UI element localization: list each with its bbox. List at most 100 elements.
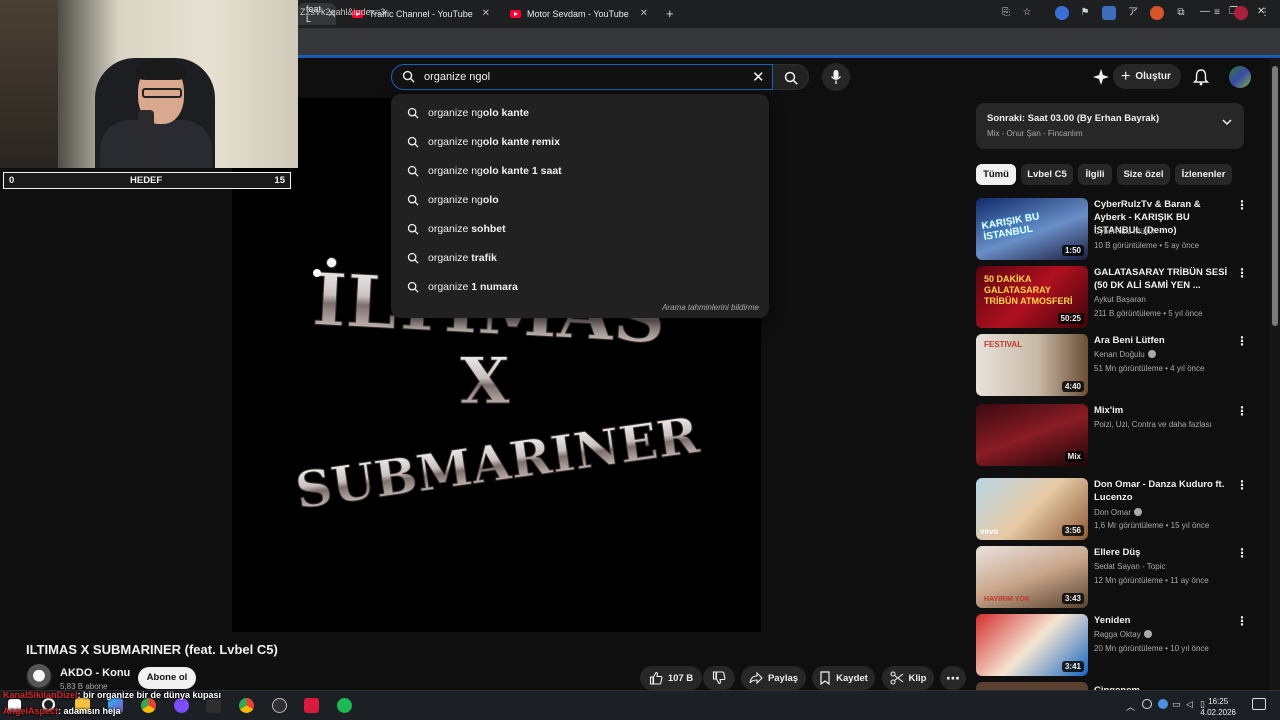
extension-icon[interactable] [1055, 6, 1069, 20]
search-input[interactable]: organize ngol ✕ [391, 64, 773, 90]
save-button[interactable]: Kaydet [812, 666, 875, 690]
suggestion-item[interactable]: organize ngolo kante 1 saat [391, 156, 769, 185]
profile-avatar[interactable] [1234, 6, 1248, 20]
sparkle-icon[interactable] [1092, 68, 1110, 86]
chevron-down-icon[interactable] [1220, 115, 1234, 129]
chip-related[interactable]: İlgili [1078, 164, 1112, 185]
new-tab-button[interactable]: + [666, 6, 674, 21]
video-thumbnail[interactable]: 50 DAKİKA GALATASARAY TRİBÜN ATMOSFERİ 5… [976, 266, 1088, 328]
taskbar-clock[interactable]: 16:25 4.02.2026 [1200, 696, 1236, 718]
video-thumbnail[interactable]: vevo 3:56 [976, 478, 1088, 540]
video-thumbnail[interactable]: FESTIVAL 4:40 [976, 334, 1088, 396]
extension-icon[interactable] [1102, 6, 1116, 20]
microphone-icon [138, 110, 154, 168]
chip-for-you[interactable]: Size özel [1117, 164, 1170, 185]
clip-button[interactable]: Klip [882, 666, 934, 690]
more-vert-icon[interactable]: ⋮ [1236, 478, 1248, 492]
bell-icon[interactable] [1192, 68, 1210, 86]
chip-lvbel-c5[interactable]: Lvbel C5 [1021, 164, 1073, 185]
video-thumbnail[interactable]: Mix [976, 404, 1088, 466]
recommended-video[interactable]: 50 DAKİKA GALATASARAY TRİBÜN ATMOSFERİ 5… [976, 266, 1248, 330]
chat-username: KanalSikilanDizel [3, 690, 78, 700]
recommended-video[interactable]: vevo 3:56 Don Omar - Danza Kuduro ft. Lu… [976, 478, 1248, 542]
suggestion-prefix: organize ng [428, 193, 483, 206]
recommended-video[interactable]: KARIŞIK BU İSTANBUL 1:50 CyberRulzTv & B… [976, 198, 1248, 262]
suggestion-item[interactable]: organize ngolo [391, 185, 769, 214]
video-thumbnail[interactable]: 3:41 [976, 614, 1088, 676]
more-vert-icon[interactable]: ⋮ [1236, 334, 1248, 348]
video-thumbnail[interactable]: KARIŞIK BU İSTANBUL 1:50 [976, 198, 1088, 260]
plus-icon: + [1121, 67, 1131, 85]
close-icon[interactable]: ✕ [482, 8, 490, 19]
suggestion-item[interactable]: organize trafik [391, 243, 769, 272]
translate-icon[interactable]: ア [1126, 6, 1140, 20]
tray-icon[interactable] [1158, 699, 1168, 709]
like-button[interactable]: 107 B [640, 666, 702, 690]
url-text[interactable]: Z2sVk2qahl&index=3 [300, 7, 385, 17]
video-meta: 51 Mn görüntüleme • 4 yıl önce [1094, 364, 1205, 373]
extension-icon[interactable] [1150, 6, 1164, 20]
recommended-video[interactable]: FESTIVAL 4:40 Ara Beni Lütfen Kenan Doğu… [976, 334, 1248, 398]
more-vert-icon[interactable]: ⋮ [1236, 266, 1248, 280]
recommended-video[interactable]: HAYIRIM YOK 3:43 Ellere Düş Sedat Sayan … [976, 546, 1248, 610]
suggestion-item[interactable]: organize 1 numara [391, 272, 769, 301]
report-predictions-link[interactable]: Arama tahminlerini bildirme [662, 303, 759, 312]
install-icon[interactable]: ⎘ [999, 6, 1013, 20]
menu-dots-icon[interactable]: ⋮ [1258, 6, 1272, 20]
search-button[interactable] [773, 64, 809, 90]
recommended-video[interactable]: 3:41 Yeniden Ragga Oktay 20 Mn görüntüle… [976, 614, 1248, 678]
share-button[interactable]: Paylaş [741, 666, 806, 690]
obs-icon[interactable] [272, 698, 287, 713]
more-vert-icon[interactable]: ⋮ [1236, 546, 1248, 560]
suggestion-item[interactable]: organize sohbet [391, 214, 769, 243]
video-thumbnail[interactable]: HAYIRIM YOK 3:43 [976, 546, 1088, 608]
verified-icon [1133, 508, 1142, 516]
chrome-icon[interactable] [141, 698, 156, 713]
up-next-box[interactable]: Sonraki: Saat 03.00 (By Erhan Bayrak) Mi… [976, 103, 1244, 149]
search-icon [407, 136, 419, 148]
vevo-logo: vevo [980, 527, 999, 536]
shelf-background [0, 0, 58, 168]
volume-icon[interactable]: ◁ [1186, 699, 1193, 710]
video-thumbnail[interactable] [976, 682, 1088, 690]
suggestion-item[interactable]: organize ngolo kante [391, 98, 769, 127]
tray-chevron-icon[interactable]: ︿ [1126, 700, 1135, 713]
more-vert-icon[interactable]: ⋮ [1236, 198, 1248, 212]
minimize-button[interactable]: — [1200, 6, 1210, 17]
network-icon[interactable]: ▭ [1172, 699, 1181, 710]
dislike-button[interactable] [703, 666, 735, 690]
chip-watched[interactable]: İzlenenler [1175, 164, 1232, 185]
chrome-icon[interactable] [239, 698, 254, 713]
tray-icon[interactable] [1142, 699, 1152, 709]
app-icon[interactable] [174, 698, 189, 713]
suggestion-rest: olo [482, 193, 499, 206]
reading-list-icon[interactable]: ≡ [1210, 6, 1224, 20]
video-title: Mix'im [1094, 405, 1124, 416]
channel-avatar[interactable] [26, 664, 52, 690]
chip-all[interactable]: Tümü [976, 164, 1016, 185]
clear-search-icon[interactable]: ✕ [752, 68, 765, 86]
tab-motor-sevdam[interactable]: Motor Sevdam - YouTube ✕ [502, 3, 654, 25]
video-title: ILTIMAS X SUBMARINER (feat. Lvbel C5) [26, 642, 278, 657]
voice-search-button[interactable] [822, 63, 850, 91]
search-icon [407, 252, 419, 264]
suggestion-item[interactable]: organize ngolo kante remix [391, 127, 769, 156]
scrollbar-thumb[interactable] [1272, 66, 1278, 326]
subscribe-button[interactable]: Abone ol [138, 667, 196, 689]
spotify-icon[interactable] [337, 698, 352, 713]
bookmark-star-icon[interactable]: ☆ [1020, 6, 1034, 20]
account-avatar[interactable] [1229, 66, 1251, 88]
app-icon[interactable] [304, 698, 319, 713]
recommended-mix[interactable]: Mix Mix'im Poizi, Uzi, Contra ve daha fa… [976, 404, 1248, 468]
create-button[interactable]: + Oluştur [1113, 64, 1181, 89]
extension-icon[interactable]: ⚑ [1078, 6, 1092, 20]
close-icon[interactable]: ✕ [640, 8, 648, 19]
more-vert-icon[interactable]: ⋮ [1236, 404, 1248, 418]
more-actions-button[interactable]: ⋯ [940, 666, 966, 690]
more-vert-icon[interactable]: ⋮ [1236, 614, 1248, 628]
app-icon[interactable] [206, 698, 221, 713]
channel-name[interactable]: AKDO - Konu [60, 667, 130, 679]
page-scrollbar[interactable] [1270, 58, 1280, 690]
puzzle-icon[interactable]: ⧉ [1174, 6, 1188, 20]
notification-icon[interactable] [1252, 698, 1266, 710]
